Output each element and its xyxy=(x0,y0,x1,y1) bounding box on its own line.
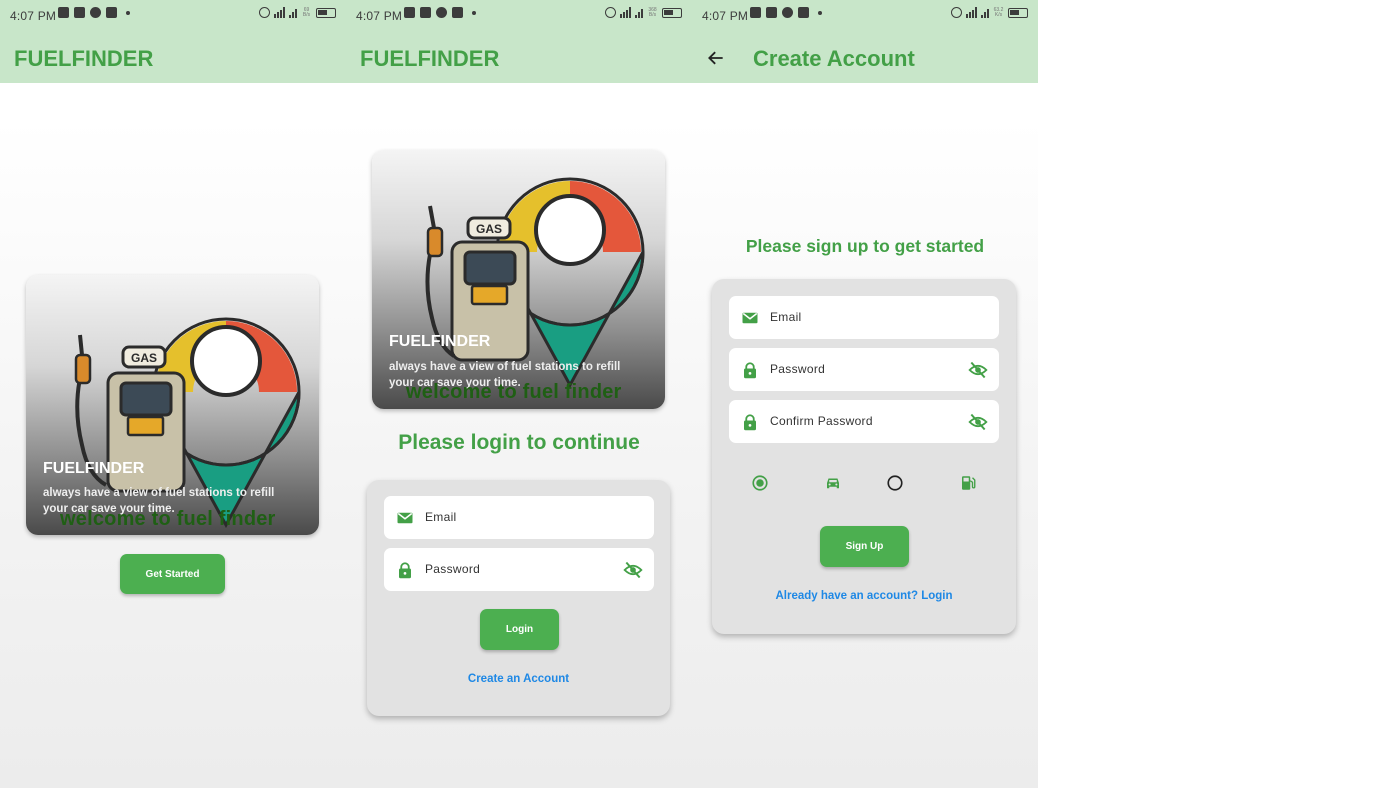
net-speed: 69 B/s xyxy=(302,6,311,18)
lock-icon xyxy=(744,362,756,379)
hero-welcome-text: welcome to fuel finder xyxy=(60,508,276,530)
lock-icon xyxy=(399,562,411,579)
status-bar: 4:07 PM 63.2 K/s xyxy=(692,0,1038,32)
confirm-password-label: Confirm Password xyxy=(770,414,873,428)
battery-icon xyxy=(662,7,682,18)
gmail-icon xyxy=(798,7,809,18)
app-bar: 4:07 PM 69 B/s FUELFINDER xyxy=(0,0,346,83)
app-title: FUELFINDER xyxy=(14,46,154,71)
notification-dot-icon xyxy=(472,10,476,15)
signup-form-card: Email Password Confirm Password Sign Up … xyxy=(712,279,1016,634)
welcome-screen: 4:07 PM 69 B/s FUELFINDER GAS FUELFINDER… xyxy=(0,0,346,788)
signup-button[interactable]: Sign Up xyxy=(820,526,909,567)
login-link[interactable]: Already have an account? Login xyxy=(712,590,1016,602)
login-form-card: Email Password Login Create an Account xyxy=(367,480,670,716)
shield-icon xyxy=(90,7,101,18)
linkedin-icon xyxy=(766,7,777,18)
linkedin-icon xyxy=(420,7,431,18)
tiktok-icon xyxy=(750,7,761,18)
tiktok-icon xyxy=(58,7,69,18)
gmail-icon xyxy=(106,7,117,18)
email-field[interactable]: Email xyxy=(384,496,654,539)
app-bar: 4:07 PM 368 B/s FUELFINDER xyxy=(346,0,692,83)
back-arrow-icon[interactable] xyxy=(706,48,726,68)
email-icon xyxy=(742,312,758,324)
battery-icon xyxy=(1008,7,1028,18)
gas-station-icon xyxy=(962,476,976,490)
hero-banner: GAS FUELFINDER always have a view of fue… xyxy=(26,275,319,535)
shield-icon xyxy=(436,7,447,18)
shield-icon xyxy=(782,7,793,18)
visibility-off-icon[interactable] xyxy=(967,360,989,380)
battery-icon xyxy=(316,7,336,18)
signup-screen: 4:07 PM 63.2 K/s Create Account Please s… xyxy=(692,0,1038,788)
hero-title: FUELFINDER xyxy=(43,460,145,477)
status-time: 4:07 PM xyxy=(10,9,57,23)
gmail-icon xyxy=(452,7,463,18)
alarm-icon xyxy=(605,7,616,18)
login-heading: Please login to continue xyxy=(398,431,640,454)
wifi-signal-icon xyxy=(966,7,977,18)
role-selector xyxy=(712,474,1016,494)
cell-signal-icon xyxy=(289,7,297,18)
car-icon xyxy=(827,478,839,489)
cell-signal-icon xyxy=(981,7,989,18)
radio-selected-icon[interactable] xyxy=(751,474,769,492)
cell-signal-icon xyxy=(635,7,643,18)
status-time: 4:07 PM xyxy=(356,9,403,23)
confirm-password-field[interactable]: Confirm Password xyxy=(729,400,999,443)
notification-dot-icon xyxy=(818,10,822,15)
login-screen: 4:07 PM 368 B/s FUELFINDER GAS FUELFINDE… xyxy=(346,0,692,788)
radio-unselected-icon[interactable] xyxy=(886,474,904,492)
linkedin-icon xyxy=(74,7,85,18)
create-account-link[interactable]: Create an Account xyxy=(367,673,670,685)
app-bar: 4:07 PM 63.2 K/s Create Account xyxy=(692,0,1038,83)
status-time: 4:07 PM xyxy=(702,9,749,23)
password-field[interactable]: Password xyxy=(384,548,654,591)
lock-icon xyxy=(744,414,756,431)
wifi-signal-icon xyxy=(620,7,631,18)
visibility-off-icon[interactable] xyxy=(967,412,989,432)
gas-badge: GAS xyxy=(476,222,502,236)
notification-dot-icon xyxy=(126,10,130,15)
app-title: Create Account xyxy=(753,46,915,71)
wifi-signal-icon xyxy=(274,7,285,18)
gas-badge: GAS xyxy=(131,351,157,365)
password-label: Password xyxy=(425,562,481,576)
password-label: Password xyxy=(770,362,826,376)
signup-heading: Please sign up to get started xyxy=(745,236,985,256)
email-icon xyxy=(397,512,413,524)
app-title: FUELFINDER xyxy=(360,46,500,71)
login-button[interactable]: Login xyxy=(480,609,559,650)
tiktok-icon xyxy=(404,7,415,18)
visibility-off-icon[interactable] xyxy=(622,560,644,580)
password-field[interactable]: Password xyxy=(729,348,999,391)
email-label: Email xyxy=(770,310,802,324)
email-field[interactable]: Email xyxy=(729,296,999,339)
status-bar: 4:07 PM 69 B/s xyxy=(0,0,346,32)
net-speed: 368 B/s xyxy=(648,6,657,18)
alarm-icon xyxy=(259,7,270,18)
alarm-icon xyxy=(951,7,962,18)
email-label: Email xyxy=(425,510,457,524)
net-speed: 63.2 K/s xyxy=(993,6,1004,18)
hero-welcome-text: welcome to fuel finder xyxy=(406,381,622,403)
hero-banner: GAS FUELFINDER always have a view of fue… xyxy=(372,150,665,409)
status-bar: 4:07 PM 368 B/s xyxy=(346,0,692,32)
get-started-button[interactable]: Get Started xyxy=(120,554,225,594)
hero-title: FUELFINDER xyxy=(389,333,491,350)
